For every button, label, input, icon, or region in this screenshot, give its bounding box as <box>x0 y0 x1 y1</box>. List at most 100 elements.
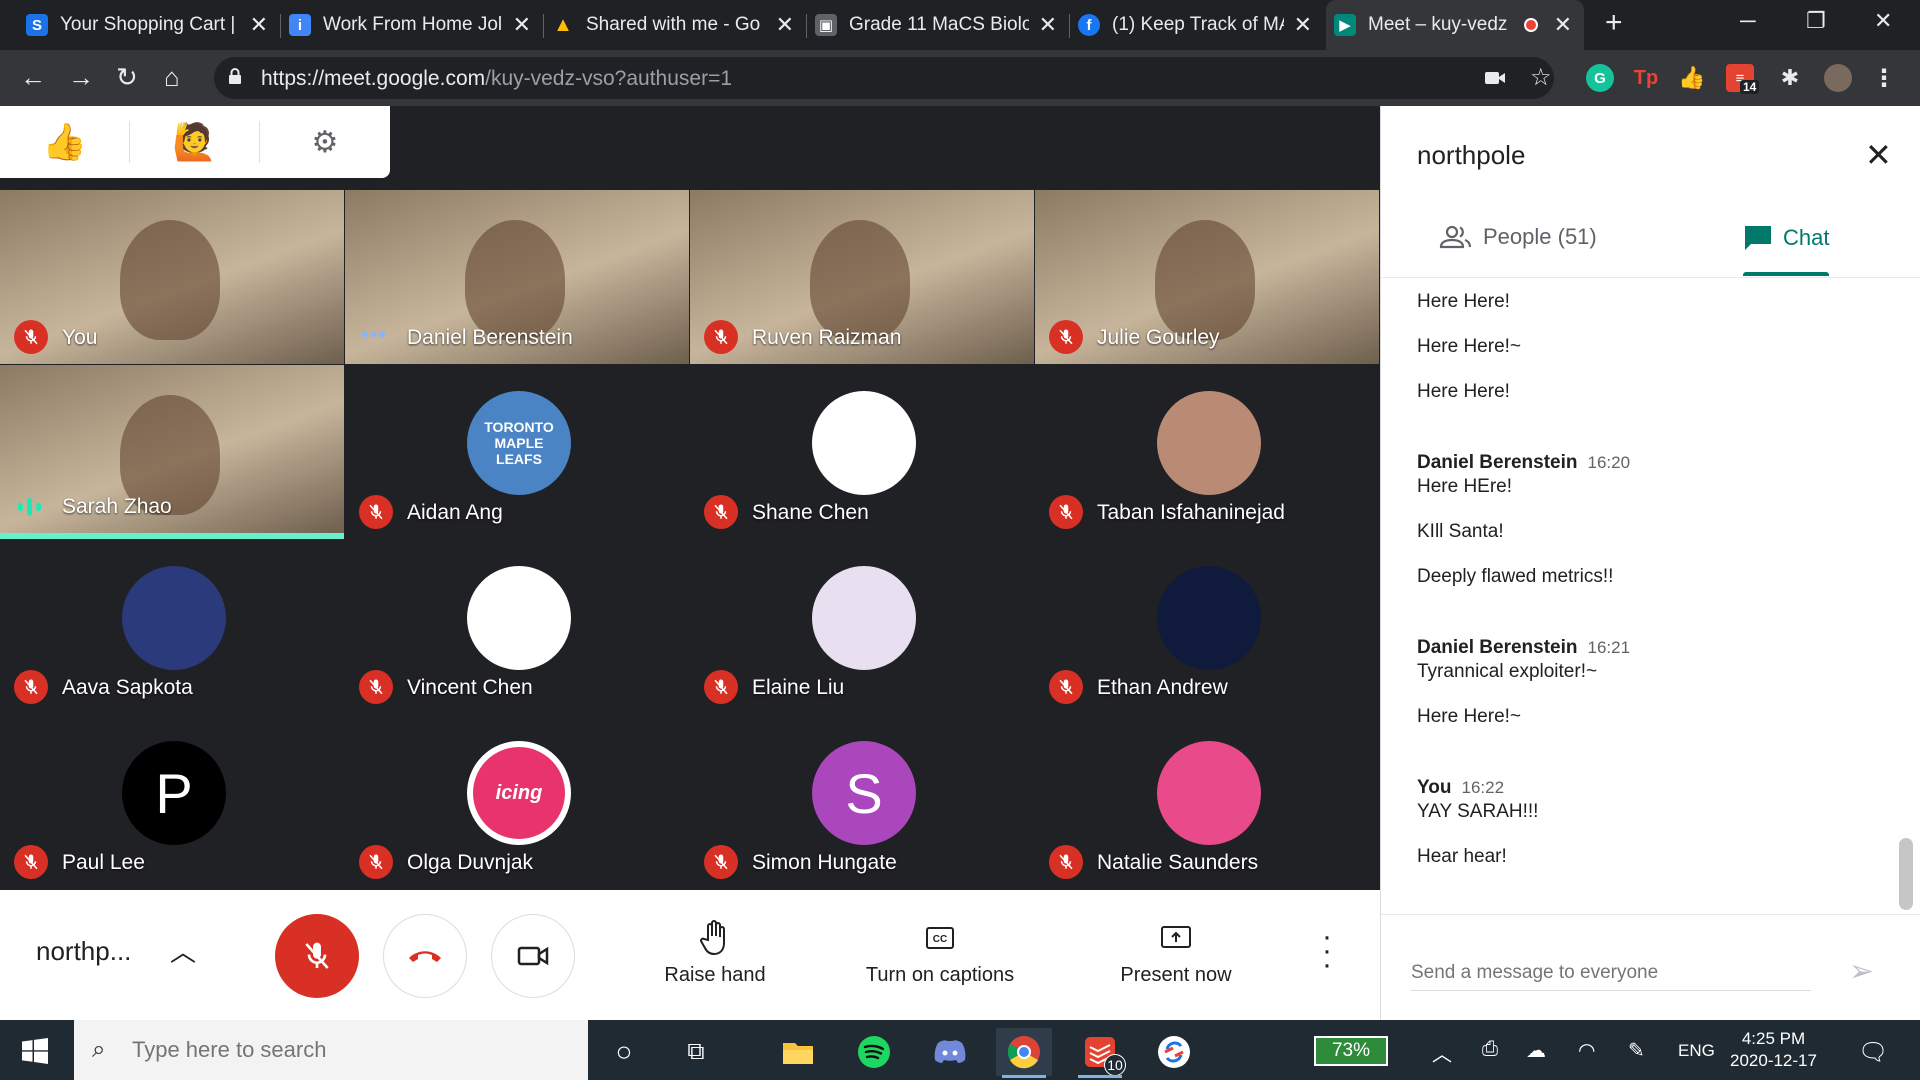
mute-microphone-button[interactable] <box>275 914 359 998</box>
close-panel-icon[interactable]: ✕ <box>1865 136 1892 174</box>
participant-tile[interactable]: ••• Daniel Berenstein <box>345 190 689 364</box>
participant-tile[interactable]: TORONTO MAPLE LEAFS Aidan Ang <box>345 365 689 539</box>
participant-tile[interactable]: Julie Gourley <box>1035 190 1379 364</box>
tab-chat[interactable]: Chat <box>1743 224 1829 252</box>
taskbar-search[interactable]: ⌕ <box>74 1020 588 1080</box>
mic-muted-icon <box>14 670 48 704</box>
browser-tab-google-drive[interactable]: ▲ Shared with me - Go ✕ <box>544 0 806 50</box>
present-now-button[interactable]: Present now <box>1106 918 1246 987</box>
windows-start-icon[interactable] <box>22 1038 48 1064</box>
taskbar-search-input[interactable] <box>132 1037 552 1063</box>
participant-avatar <box>122 566 226 670</box>
pen-icon[interactable]: ✎ <box>1628 1038 1645 1063</box>
close-tab-icon[interactable]: ✕ <box>250 12 268 38</box>
back-icon[interactable]: ← <box>20 62 46 93</box>
participant-tile[interactable]: Taban Isfahaninejad <box>1035 365 1379 539</box>
todoist-icon[interactable]: 10 <box>1072 1028 1128 1078</box>
close-tab-icon[interactable]: ✕ <box>1294 12 1312 38</box>
participant-tile[interactable]: Elaine Liu <box>690 540 1034 714</box>
bookmark-star-icon[interactable]: ☆ <box>1530 63 1552 92</box>
mic-muted-icon <box>1049 320 1083 354</box>
raise-hand-button[interactable]: Raise hand <box>660 918 770 987</box>
participant-tile[interactable]: Aava Sapkota <box>0 540 344 714</box>
participant-tile[interactable]: Sarah Zhao <box>0 365 344 539</box>
restore-icon[interactable]: ❐ <box>1806 8 1826 34</box>
wifi-icon[interactable]: ◠ <box>1578 1038 1595 1063</box>
minimize-icon[interactable]: ─ <box>1740 8 1756 34</box>
chat-message-header: You 16:22 <box>1417 777 1504 799</box>
new-tab-button[interactable]: + <box>1605 6 1623 40</box>
chevron-up-icon[interactable]: ︿ <box>170 932 196 969</box>
selected-tab-indicator <box>1743 272 1829 276</box>
send-icon[interactable]: ➢ <box>1849 954 1874 989</box>
browser-menu-icon[interactable]: ⋮ <box>1870 64 1898 92</box>
participant-name: Ruven Raizman <box>752 326 902 349</box>
chat-message-input[interactable] <box>1411 956 1811 991</box>
settings-gear-icon[interactable]: ⚙ <box>260 125 390 160</box>
present-now-label: Present now <box>1120 964 1232 986</box>
spotify-icon[interactable] <box>846 1028 902 1076</box>
participant-avatar: P <box>122 741 226 845</box>
close-tab-icon[interactable]: ✕ <box>1039 12 1057 38</box>
chrome-icon[interactable] <box>996 1028 1052 1078</box>
participant-tile[interactable]: You <box>0 190 344 364</box>
show-hidden-icons-chevron-icon[interactable]: ︿ <box>1432 1038 1452 1067</box>
hang-up-icon <box>409 951 441 962</box>
chat-scrollbar[interactable] <box>1899 838 1913 910</box>
browser-tab-strip: S Your Shopping Cart | ✕ i Work From Hom… <box>0 0 1920 50</box>
leave-call-button[interactable] <box>383 914 467 998</box>
thumbs-up-reaction-icon[interactable]: 👍 <box>0 121 130 163</box>
sync-app-icon[interactable] <box>1146 1028 1202 1076</box>
chat-icon <box>1745 226 1771 250</box>
browser-tab-work-from-home[interactable]: i Work From Home Jol ✕ <box>281 0 543 50</box>
browser-tab-grade-11-biology[interactable]: ▣ Grade 11 MaCS Biolo ✕ <box>807 0 1069 50</box>
usb-device-icon[interactable]: ⎙ <box>1482 1038 1498 1061</box>
close-tab-icon[interactable]: ✕ <box>513 12 531 38</box>
discord-icon[interactable] <box>922 1028 978 1076</box>
tab-people[interactable]: People (51) <box>1439 224 1597 250</box>
participant-tile[interactable]: icing Olga Duvnjak <box>345 715 689 889</box>
home-icon[interactable]: ⌂ <box>164 62 180 93</box>
participant-tile[interactable]: S Simon Hungate <box>690 715 1034 889</box>
language-indicator[interactable]: ENG <box>1678 1041 1715 1061</box>
captions-button[interactable]: CC Turn on captions <box>850 918 1030 987</box>
more-options-icon[interactable]: · · · <box>1322 922 1332 980</box>
chat-tab-label: Chat <box>1783 225 1830 250</box>
reload-icon[interactable]: ↻ <box>116 62 138 93</box>
notifications-icon[interactable]: 🗨 <box>1858 1038 1888 1067</box>
raise-hand-emoji-icon[interactable]: 🙋 <box>130 121 260 163</box>
participant-tile[interactable]: Ethan Andrew <box>1035 540 1379 714</box>
participant-tile[interactable]: Vincent Chen <box>345 540 689 714</box>
participant-tile[interactable]: Natalie Saunders <box>1035 715 1379 889</box>
file-explorer-icon[interactable] <box>770 1028 826 1076</box>
address-bar[interactable]: https://meet.google.com/kuy-vedz-vso?aut… <box>214 57 1554 99</box>
participant-grid: You ••• Daniel Berenstein Ruven Raizman Juli… <box>0 190 1380 890</box>
cortana-icon[interactable]: ○ <box>596 1028 652 1076</box>
todoist-extension-icon[interactable]: ≡ 14 <box>1726 64 1760 94</box>
extension-tp-icon[interactable]: Tp <box>1632 64 1660 92</box>
participant-tile[interactable]: Shane Chen <box>690 365 1034 539</box>
profile-avatar[interactable] <box>1824 64 1852 92</box>
close-tab-icon[interactable]: ✕ <box>1554 12 1572 38</box>
grammarly-icon[interactable]: G <box>1586 64 1614 92</box>
meeting-name[interactable]: northp... <box>36 936 131 967</box>
browser-tab-shopping-cart[interactable]: S Your Shopping Cart | ✕ <box>18 0 280 50</box>
toggle-camera-button[interactable] <box>491 914 575 998</box>
forward-icon[interactable]: → <box>68 62 94 93</box>
puzzle-extensions-icon[interactable]: ✱ <box>1776 64 1804 92</box>
window-close-icon[interactable]: ✕ <box>1874 8 1892 34</box>
participant-tile[interactable]: Ruven Raizman <box>690 190 1034 364</box>
windows-taskbar: ⌕ ○ ⧉ 10 73% ︿ ⎙ ☁ ◠ ✎ ENG 4:25 PM 2020-… <box>0 1020 1920 1080</box>
thumbs-up-extension-icon[interactable]: 👍 <box>1678 64 1706 92</box>
participant-tile[interactable]: P Paul Lee <box>0 715 344 889</box>
browser-tab-facebook[interactable]: f (1) Keep Track of MA ✕ <box>1070 0 1324 50</box>
close-tab-icon[interactable]: ✕ <box>776 12 794 38</box>
browser-tab-meet[interactable]: ▶ Meet – kuy-vedz ✕ <box>1326 0 1584 50</box>
panel-title: northpole <box>1417 140 1526 170</box>
battery-indicator[interactable]: 73% <box>1314 1036 1388 1066</box>
taskbar-clock[interactable]: 4:25 PM 2020-12-17 <box>1730 1028 1817 1072</box>
camera-in-use-icon[interactable] <box>1484 69 1506 87</box>
task-view-icon[interactable]: ⧉ <box>668 1028 724 1076</box>
participant-avatar <box>812 566 916 670</box>
onedrive-cloud-icon[interactable]: ☁ <box>1526 1038 1546 1063</box>
